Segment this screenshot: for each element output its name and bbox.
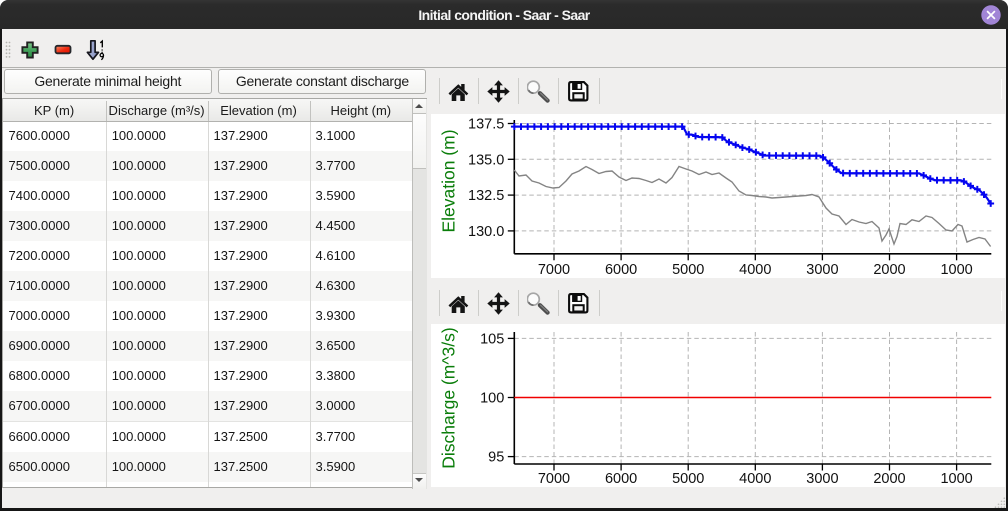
svg-text:2000: 2000 xyxy=(873,471,905,487)
svg-text:132.5: 132.5 xyxy=(468,188,504,204)
svg-text:2000: 2000 xyxy=(873,262,905,278)
svg-text:7000: 7000 xyxy=(538,471,570,487)
svg-text:5000: 5000 xyxy=(672,471,704,487)
svg-text:1000: 1000 xyxy=(940,262,972,278)
svg-text:135.0: 135.0 xyxy=(468,152,504,168)
svg-text:6000: 6000 xyxy=(605,262,637,278)
svg-text:6000: 6000 xyxy=(605,471,637,487)
svg-text:7000: 7000 xyxy=(538,262,570,278)
svg-text:3000: 3000 xyxy=(806,262,838,278)
svg-text:100: 100 xyxy=(480,391,504,407)
svg-text:137.5: 137.5 xyxy=(468,117,504,133)
svg-text:1000: 1000 xyxy=(940,471,972,487)
svg-text:Discharge (m^3/s): Discharge (m^3/s) xyxy=(439,327,459,468)
svg-text:5000: 5000 xyxy=(672,262,704,278)
svg-text:130.0: 130.0 xyxy=(468,224,504,240)
svg-text:4000: 4000 xyxy=(739,262,771,278)
svg-text:105: 105 xyxy=(480,331,504,347)
svg-text:95: 95 xyxy=(488,450,504,466)
svg-text:Elevation (m): Elevation (m) xyxy=(439,129,459,232)
svg-text:3000: 3000 xyxy=(806,471,838,487)
svg-text:4000: 4000 xyxy=(739,471,771,487)
